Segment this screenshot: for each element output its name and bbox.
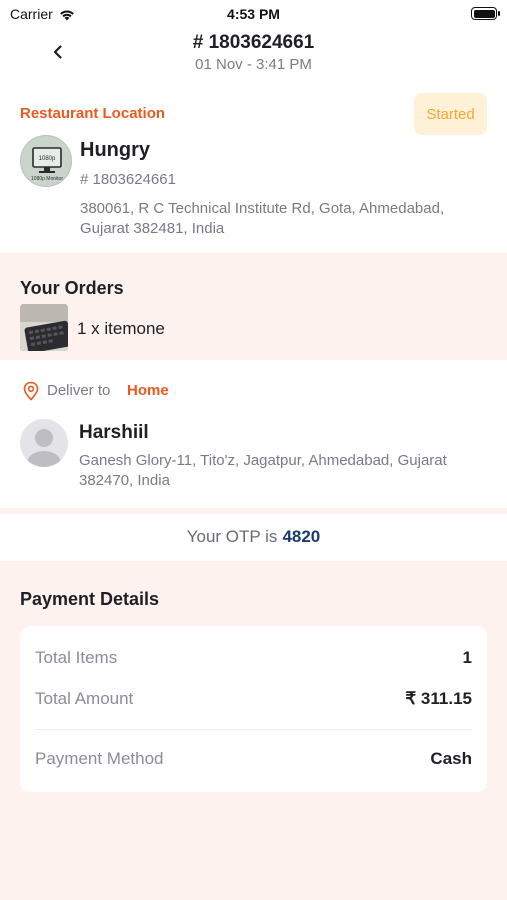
payment-divider [35, 729, 472, 730]
restaurant-address: 380061, R C Technical Institute Rd, Gota… [80, 200, 445, 237]
total-items-label: Total Items [35, 648, 118, 667]
orders-title: Your Orders [20, 278, 124, 298]
order-date: 01 Nov - 3:41 PM [195, 56, 312, 73]
item-thumbnail [20, 304, 68, 351]
total-items-value: 1 [462, 648, 472, 667]
restaurant-location-label: Restaurant Location [20, 105, 166, 122]
location-pin-icon [23, 381, 39, 401]
delivery-type: Home [127, 382, 169, 399]
nav-header: # 1803624661 01 Nov - 3:41 PM [0, 28, 507, 88]
total-items-row: Total Items 1 [35, 648, 472, 668]
total-amount-value: ₹ 311.15 [405, 689, 472, 708]
otp-code: 4820 [282, 527, 321, 546]
battery-icon [471, 7, 500, 20]
logo-text-top: 1080p [39, 156, 56, 162]
status-time: 4:53 PM [227, 6, 280, 22]
status-bar: Carrier 4:53 PM [0, 0, 507, 28]
total-amount-row: Total Amount ₹ 311.15 [35, 689, 472, 709]
restaurant-section: Restaurant Location Started 1080p 1080p … [0, 90, 507, 250]
payment-method-row: Payment Method Cash [35, 749, 472, 769]
payment-method-value: Cash [430, 749, 472, 768]
payment-method-label: Payment Method [35, 749, 164, 768]
customer-address: Ganesh Glory-11, Tito'z, Jagatpur, Ahmed… [79, 452, 447, 489]
order-number-title: # 1803624661 [192, 32, 315, 53]
order-item-label: 1 x itemone [77, 319, 165, 338]
restaurant-order-id: # 1803624661 [80, 171, 176, 188]
orders-section: Your Orders 1 x itemone [0, 253, 507, 360]
customer-name: Harshiil [79, 422, 149, 443]
otp-label: Your OTP is [186, 527, 278, 546]
restaurant-name: Hungry [80, 139, 150, 161]
payment-card: Total Items 1 Total Amount ₹ 311.15 Paym… [20, 626, 487, 792]
status-badge: Started [414, 93, 487, 135]
logo-text-bottom: 1080p Monitor [31, 176, 63, 182]
customer-avatar [20, 419, 68, 467]
total-amount-label: Total Amount [35, 689, 134, 708]
payment-title: Payment Details [20, 589, 160, 609]
otp-banner: Your OTP is 4820 [0, 514, 507, 560]
delivery-section: Deliver to Home Harshiil Ganesh Glory-11… [0, 360, 507, 508]
user-icon [27, 429, 61, 467]
payment-section: Payment Details Total Items 1 Total Amou… [0, 561, 507, 900]
restaurant-logo: 1080p 1080p Monitor [20, 135, 72, 187]
deliver-to-label: Deliver to [47, 382, 111, 399]
